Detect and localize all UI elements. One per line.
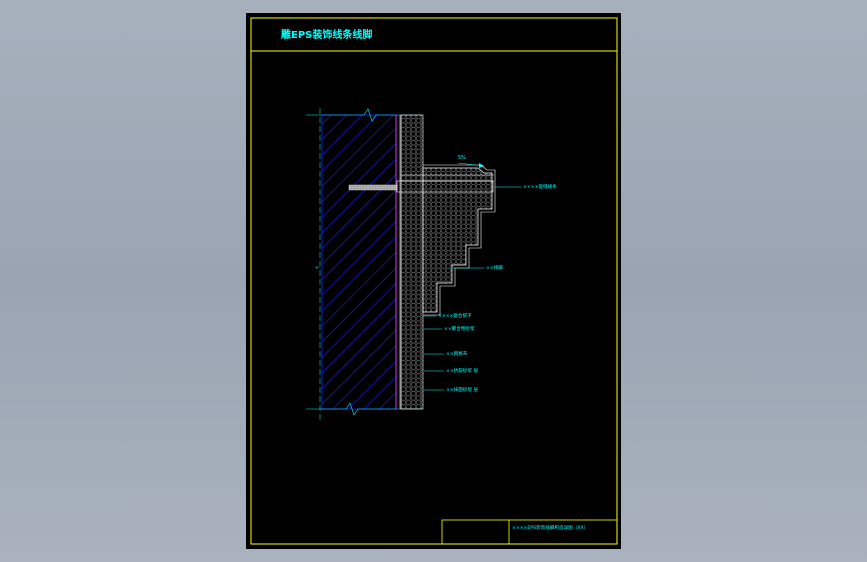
svg-text:××抹面砂浆 层: ××抹面砂浆 层 bbox=[446, 386, 479, 393]
dimension-label: ≈ bbox=[315, 265, 319, 271]
concrete-wall bbox=[321, 114, 397, 410]
detail-drawing: 雕EPS装饰线条线脚 ××××EPS装饰线脚构造详图（XX） ≈ 5% ××××… bbox=[250, 17, 618, 545]
cad-viewport[interactable]: 雕EPS装饰线条线脚 ××××EPS装饰线脚构造详图（XX） ≈ 5% ××××… bbox=[0, 0, 867, 562]
drawing-title: 雕EPS装饰线条线脚 bbox=[281, 28, 372, 41]
title-block-caption: ××××EPS装饰线脚构造详图（XX） bbox=[512, 524, 588, 531]
eps-profile bbox=[422, 167, 493, 313]
svg-text:××线脚: ××线脚 bbox=[486, 264, 503, 271]
callout-5: ××网格布 bbox=[424, 350, 468, 357]
slope-label: 5% bbox=[458, 155, 466, 161]
callout-7: ××抹面砂浆 层 bbox=[424, 386, 479, 393]
callout-6: ××抗裂砂浆 层 bbox=[424, 367, 479, 374]
svg-text:××网格布: ××网格布 bbox=[446, 350, 468, 357]
title-block bbox=[441, 519, 618, 545]
drawing-sheet[interactable]: 雕EPS装饰线条线脚 ××××EPS装饰线脚构造详图（XX） ≈ 5% ××××… bbox=[246, 13, 621, 549]
eps-insulation-board bbox=[400, 114, 424, 410]
svg-text:××聚合物砂浆: ××聚合物砂浆 bbox=[444, 325, 475, 332]
callout-1: ××××嵌缝线条 bbox=[495, 183, 557, 190]
svg-text:××××嵌缝线条: ××××嵌缝线条 bbox=[523, 183, 557, 190]
svg-text:××××复合腻子: ××××复合腻子 bbox=[438, 312, 472, 319]
svg-text:××抗裂砂浆 层: ××抗裂砂浆 层 bbox=[446, 367, 479, 374]
callout-4: ××聚合物砂浆 bbox=[424, 325, 475, 332]
callout-3: ××××复合腻子 bbox=[424, 312, 472, 319]
